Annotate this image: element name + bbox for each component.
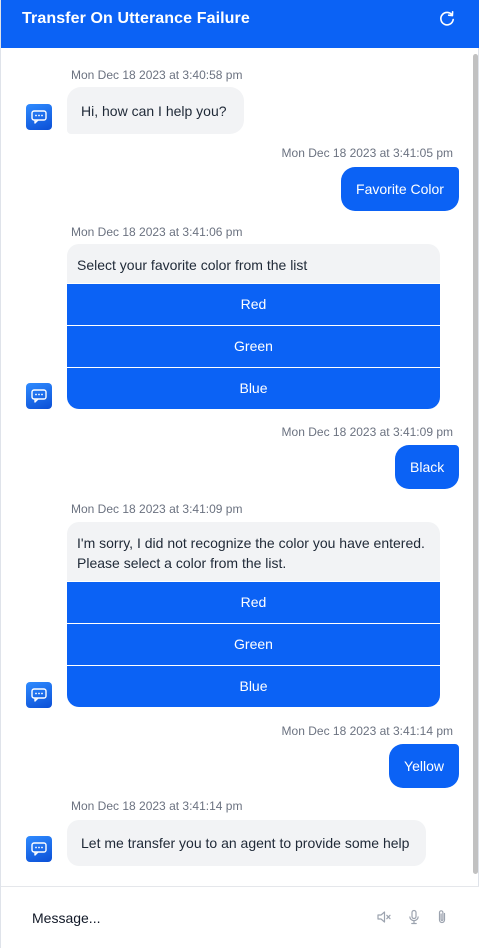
option-button-blue[interactable]: Blue — [67, 367, 440, 409]
bot-message: Let me transfer you to an agent to provi… — [67, 820, 426, 866]
bot-options-card: I'm sorry, I did not recognize the color… — [67, 522, 440, 707]
option-button-green[interactable]: Green — [67, 623, 440, 665]
option-button-red[interactable]: Red — [67, 581, 440, 623]
message-timestamp: Mon Dec 18 2023 at 3:41:14 pm — [281, 724, 453, 738]
message-timestamp: Mon Dec 18 2023 at 3:41:06 pm — [71, 225, 243, 239]
bot-options-card: Select your favorite color from the list… — [67, 244, 440, 409]
message-timestamp: Mon Dec 18 2023 at 3:40:58 pm — [71, 68, 243, 82]
user-message: Black — [395, 445, 459, 489]
chat-bubble-icon — [31, 842, 47, 856]
chat-header: Transfer On Utterance Failure — [1, 0, 479, 48]
card-prompt: Select your favorite color from the list — [77, 257, 308, 273]
option-button-green[interactable]: Green — [67, 325, 440, 367]
message-timestamp: Mon Dec 18 2023 at 3:41:09 pm — [71, 502, 243, 516]
user-message: Favorite Color — [341, 167, 459, 211]
bot-message: Hi, how can I help you? — [67, 87, 244, 134]
chat-window: Transfer On Utterance Failure Mon Dec 18… — [0, 0, 479, 948]
card-prompt: I'm sorry, I did not recognize the color… — [77, 535, 425, 571]
option-button-blue[interactable]: Blue — [67, 665, 440, 707]
message-composer — [1, 886, 479, 948]
message-input[interactable] — [32, 907, 352, 929]
message-timestamp: Mon Dec 18 2023 at 3:41:09 pm — [281, 425, 453, 439]
message-timestamp: Mon Dec 18 2023 at 3:41:05 pm — [281, 146, 453, 160]
user-message: Yellow — [389, 744, 459, 788]
chat-bubble-icon — [31, 688, 47, 702]
refresh-icon[interactable] — [437, 9, 457, 29]
chat-scrollbar-thumb[interactable] — [473, 54, 478, 874]
paperclip-icon[interactable] — [434, 909, 450, 925]
microphone-icon[interactable] — [406, 909, 422, 925]
chat-bubble-icon — [31, 110, 47, 124]
bot-avatar — [26, 383, 52, 409]
message-timestamp: Mon Dec 18 2023 at 3:41:14 pm — [71, 799, 243, 813]
chat-title: Transfer On Utterance Failure — [22, 10, 250, 27]
bot-avatar — [26, 836, 52, 862]
speaker-mute-icon[interactable] — [376, 909, 392, 925]
option-button-red[interactable]: Red — [67, 283, 440, 325]
bot-avatar — [26, 682, 52, 708]
chat-bubble-icon — [31, 389, 47, 403]
bot-avatar — [26, 104, 52, 130]
